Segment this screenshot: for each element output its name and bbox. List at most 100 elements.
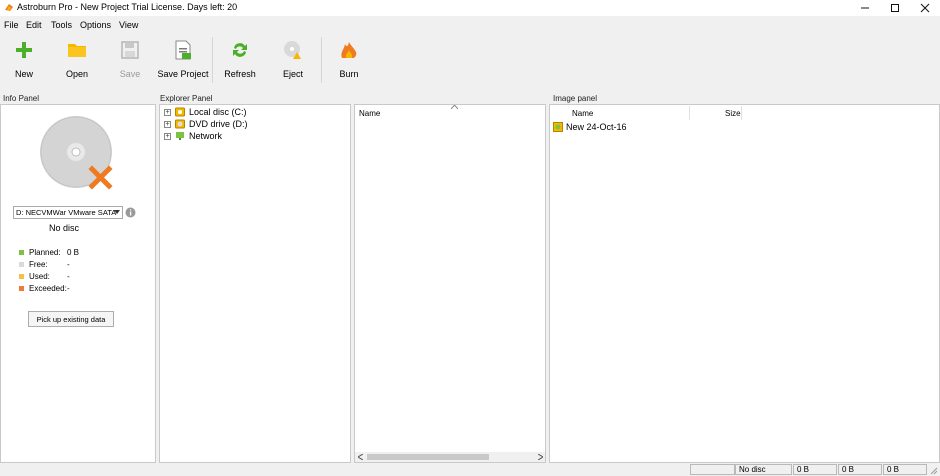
planned-swatch <box>19 249 24 255</box>
column-divider <box>689 106 690 120</box>
eject-label: Eject <box>282 69 303 79</box>
toolbar: New Open Save Save Project Refresh Eject <box>0 33 940 91</box>
save-project-label: Save Project <box>157 69 209 79</box>
legend-label: Used: <box>29 271 50 281</box>
title-bar: Astroburn Pro - New Project Trial Licens… <box>0 0 940 16</box>
menu-file[interactable]: File <box>4 20 19 30</box>
explorer-tree: + Local disc (C:) + DVD drive (D:) + Net… <box>159 104 351 463</box>
image-name-column-header[interactable]: Name <box>572 109 593 118</box>
image-panel: Name Size New 24-Oct-16 <box>549 104 940 463</box>
menu-tools[interactable]: Tools <box>51 20 72 30</box>
expand-icon[interactable]: + <box>164 132 171 140</box>
window-title: Astroburn Pro - New Project Trial Licens… <box>17 2 238 12</box>
tree-item-local-disc[interactable]: + Local disc (C:) <box>164 106 348 118</box>
legend-label: Exceeded: <box>29 283 67 293</box>
column-divider <box>741 106 742 120</box>
image-item-label: New 24-Oct-16 <box>566 122 627 132</box>
chevron-down-icon <box>114 210 120 214</box>
image-size-column-header[interactable]: Size <box>725 109 741 118</box>
legend-label: Planned: <box>29 247 61 257</box>
open-label: Open <box>65 69 89 79</box>
menu-bar: File Edit Tools Options View <box>0 17 940 33</box>
legend-value: - <box>67 283 70 293</box>
legend-value: - <box>67 259 70 269</box>
expand-icon[interactable]: + <box>164 108 171 116</box>
close-icon <box>920 3 930 13</box>
menu-edit[interactable]: Edit <box>26 20 42 30</box>
hard-drive-icon <box>175 107 185 117</box>
explorer-panel-title: Explorer Panel <box>160 94 213 103</box>
legend-free: Free: - <box>19 258 139 270</box>
new-label: New <box>14 69 33 79</box>
eject-button[interactable]: Eject <box>273 33 313 85</box>
tree-item-label: Local disc (C:) <box>189 107 247 117</box>
info-panel: D: NECVMWar VMware SATA No disc Planned:… <box>0 104 156 463</box>
legend-label: Free: <box>29 259 48 269</box>
name-column-header[interactable]: Name <box>359 109 380 118</box>
burn-label: Burn <box>339 69 359 79</box>
network-icon <box>176 132 184 140</box>
legend-planned: Planned: 0 B <box>19 246 139 258</box>
folder-icon <box>66 39 88 61</box>
sort-ascending-icon <box>451 105 458 109</box>
status-free-size: 0 B <box>838 464 882 475</box>
capacity-legend: Planned: 0 B Free: - Used: - Exceeded: - <box>19 246 139 294</box>
refresh-label: Refresh <box>224 69 256 79</box>
toolbar-separator <box>212 37 213 83</box>
resize-grip-icon[interactable] <box>929 466 938 475</box>
floppy-disk-icon <box>119 39 141 61</box>
app-flame-icon <box>5 4 13 11</box>
status-bar: No disc 0 B 0 B 0 B <box>0 463 940 476</box>
minimize-icon <box>861 7 869 9</box>
image-panel-title: Image panel <box>553 94 598 103</box>
save-project-button[interactable]: Save Project <box>157 33 209 85</box>
disc-image-icon <box>553 122 563 132</box>
scrollbar-thumb[interactable] <box>367 454 489 460</box>
legend-used: Used: - <box>19 270 139 282</box>
status-used-size: 0 B <box>883 464 927 475</box>
minimize-button[interactable] <box>850 0 880 16</box>
save-project-icon <box>172 39 194 61</box>
legend-exceeded: Exceeded: - <box>19 282 139 294</box>
info-panel-title: Info Panel <box>3 94 40 103</box>
expand-icon[interactable]: + <box>164 120 171 128</box>
menu-options[interactable]: Options <box>80 20 111 30</box>
close-button[interactable] <box>910 0 940 16</box>
scroll-left-icon[interactable] <box>358 454 363 460</box>
new-button[interactable]: New <box>4 33 44 85</box>
tree-item-label: DVD drive (D:) <box>189 119 248 129</box>
info-icon[interactable] <box>125 207 136 218</box>
exceeded-swatch <box>19 285 24 291</box>
drive-select-value: D: NECVMWar VMware SATA <box>16 208 117 217</box>
tree-item-dvd-drive[interactable]: + DVD drive (D:) <box>164 118 348 130</box>
horizontal-scrollbar[interactable] <box>355 452 545 462</box>
scroll-right-icon[interactable] <box>538 454 543 460</box>
image-tree-item[interactable]: New 24-Oct-16 <box>553 122 627 132</box>
tree-item-label: Network <box>189 131 223 141</box>
plus-icon <box>13 39 35 61</box>
save-button[interactable]: Save <box>110 33 150 85</box>
empty-disc-icon <box>40 116 113 190</box>
open-button[interactable]: Open <box>57 33 97 85</box>
used-swatch <box>19 273 24 279</box>
status-empty <box>690 464 735 475</box>
tree-item-network[interactable]: + Network <box>164 130 348 142</box>
folder-tree: + Local disc (C:) + DVD drive (D:) + Net… <box>164 106 348 142</box>
pick-up-existing-data-button[interactable]: Pick up existing data <box>28 311 114 327</box>
legend-value: - <box>67 271 70 281</box>
save-label: Save <box>119 69 141 79</box>
free-swatch <box>19 261 24 267</box>
toolbar-separator <box>321 37 322 83</box>
drive-select[interactable]: D: NECVMWar VMware SATA <box>13 206 123 219</box>
status-disc: No disc <box>735 464 792 475</box>
eject-icon <box>282 39 304 61</box>
maximize-button[interactable] <box>880 0 910 16</box>
flame-icon <box>338 39 360 61</box>
dvd-drive-icon <box>175 119 185 129</box>
legend-value: 0 B <box>67 247 80 257</box>
disc-status: No disc <box>48 223 79 233</box>
burn-button[interactable]: Burn <box>329 33 369 85</box>
status-planned-size: 0 B <box>793 464 837 475</box>
menu-view[interactable]: View <box>119 20 138 30</box>
refresh-button[interactable]: Refresh <box>220 33 260 85</box>
